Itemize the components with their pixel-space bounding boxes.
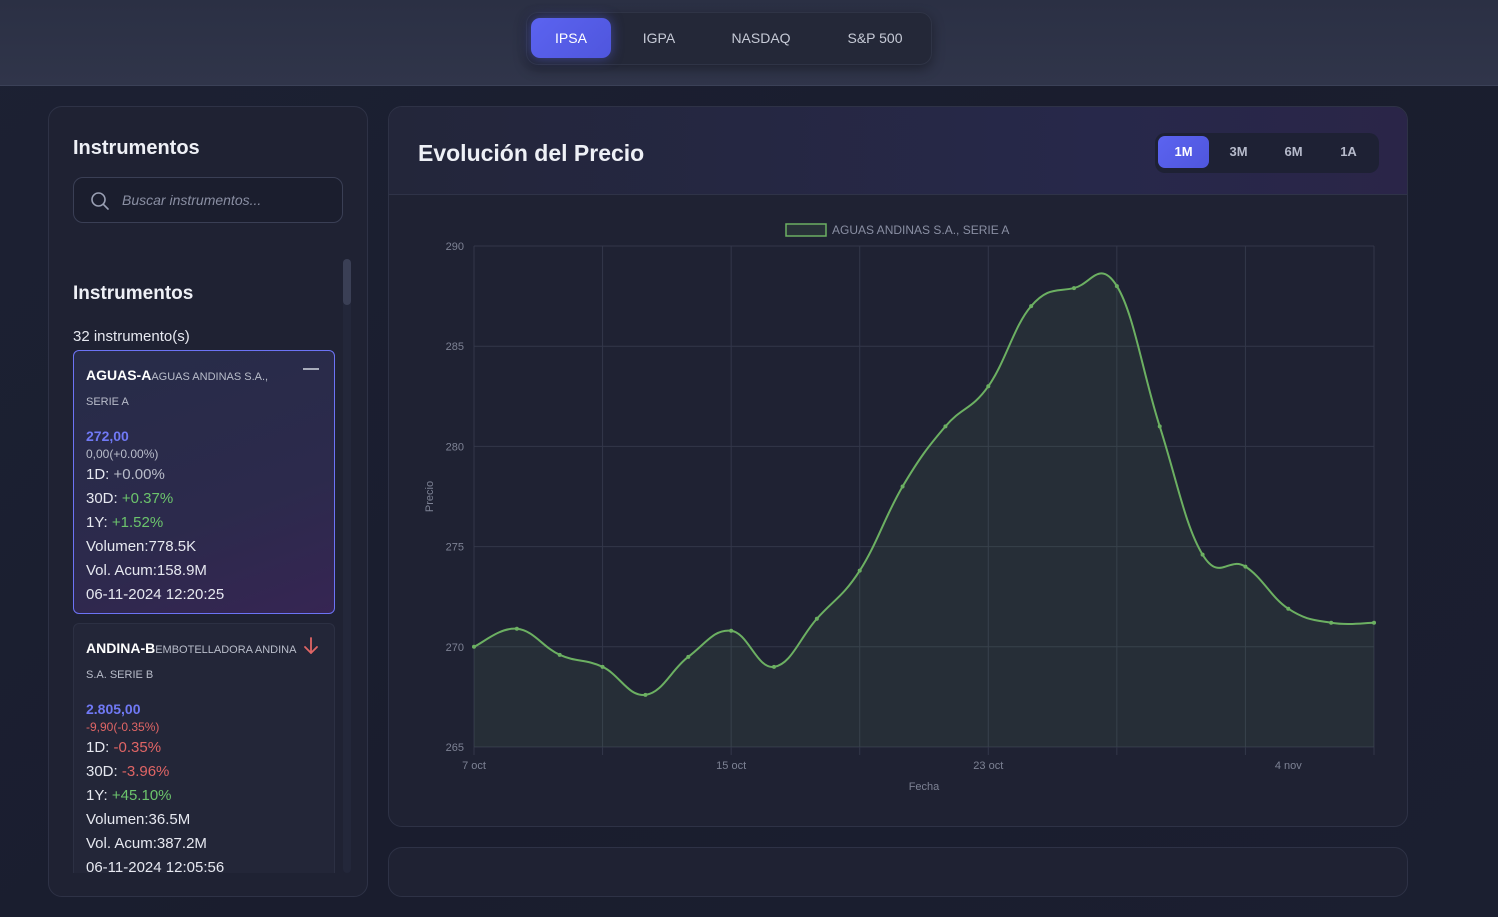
y-tick-label: 265	[446, 742, 464, 754]
data-point	[1243, 564, 1248, 569]
price-line-chart[interactable]: 265 270 275 280 285 290 7 oct 15 oct 23 oct 4 nov…	[389, 107, 1408, 827]
data-point	[1157, 424, 1162, 429]
card-1y-label: 1Y:	[86, 787, 108, 804]
card-price: 272,00	[86, 428, 129, 444]
card-30d-label: 30D:	[86, 490, 118, 507]
x-tick-label: 4 nov	[1275, 760, 1302, 772]
data-point	[943, 424, 948, 429]
card-1d-value: +0.00%	[113, 466, 165, 483]
y-tick-label: 285	[446, 341, 464, 353]
card-30d-value: +0.37%	[121, 490, 174, 507]
data-point	[1329, 620, 1334, 625]
data-point	[1200, 552, 1205, 557]
data-point	[1029, 304, 1034, 309]
data-point	[729, 628, 734, 633]
data-point	[986, 384, 991, 389]
card-vol-acum: Vol. Acum:158.9M	[86, 562, 207, 579]
card-timestamp: 06-11-2024 12:05:56	[86, 859, 225, 873]
card-header: ANDINA-BEMBOTELLADORA ANDINA S.A. SERIE …	[86, 636, 296, 690]
price-chart-panel: Evolución del Precio 1M 3M 6M 1A 265 270 2…	[388, 106, 1408, 827]
series-area	[474, 273, 1374, 747]
card-30d-label: 30D:	[86, 763, 118, 780]
card-1d-label: 1D:	[86, 739, 110, 756]
data-point	[772, 664, 776, 669]
tab-igpa[interactable]: IGPA	[619, 18, 699, 58]
data-point	[514, 626, 519, 631]
data-point	[1072, 286, 1076, 291]
instrument-list[interactable]: Instrumentos 32 instrumento(s) AGUAS-AAG…	[49, 257, 367, 873]
y-tick-label: 270	[446, 642, 464, 654]
card-1d-label: 1D:	[86, 466, 110, 483]
y-tick-label: 275	[446, 542, 464, 554]
tab-ipsa[interactable]: IPSA	[531, 18, 611, 58]
card-volume: Volumen:778.5K	[86, 538, 197, 555]
dash-icon	[303, 368, 319, 370]
x-axis-title: Fecha	[909, 781, 940, 793]
card-1y-label: 1Y:	[86, 514, 108, 531]
card-30d: 30D: +0.37%	[86, 487, 322, 511]
card-ticker: ANDINA-B	[86, 640, 156, 656]
arrow-down-icon	[304, 637, 318, 654]
search-input[interactable]	[122, 178, 332, 222]
scrollbar-track[interactable]	[343, 259, 351, 873]
data-point	[1372, 620, 1376, 625]
market-tabs: IPSA IGPA NASDAQ S&P 500	[526, 12, 932, 65]
y-tick-label: 280	[446, 441, 464, 453]
sidebar-title: Instrumentos	[73, 137, 200, 159]
instrument-card-aguas-a[interactable]: AGUAS-AAGUAS ANDINAS S.A., SERIE A 272,0…	[73, 350, 335, 614]
y-axis-title: Precio	[424, 481, 436, 512]
card-price: 2.805,00	[86, 701, 141, 717]
data-point	[557, 652, 562, 657]
x-tick-label: 7 oct	[462, 760, 486, 772]
instrument-card-andina-b[interactable]: ANDINA-BEMBOTELLADORA ANDINA S.A. SERIE …	[73, 623, 335, 873]
search-icon	[91, 192, 109, 210]
tab-sp500[interactable]: S&P 500	[827, 18, 923, 58]
card-1y-value: +45.10%	[111, 787, 172, 804]
instruments-sidebar: Instrumentos Instrumentos 32 instrumento…	[48, 106, 368, 897]
card-volume: Volumen:36.5M	[86, 811, 191, 828]
data-point	[643, 692, 648, 697]
card-header: AGUAS-AAGUAS ANDINAS S.A., SERIE A	[86, 363, 296, 417]
card-1d-value: -0.35%	[113, 739, 162, 756]
card-30d: 30D: -3.96%	[86, 760, 322, 784]
scrollbar-thumb[interactable]	[343, 259, 351, 305]
legend-swatch	[785, 223, 827, 237]
card-1y: 1Y: +45.10%	[86, 784, 322, 808]
card-1y-value: +1.52%	[111, 514, 164, 531]
card-vol-acum: Vol. Acum:387.2M	[86, 835, 207, 852]
search-box[interactable]	[73, 177, 343, 223]
card-30d-value: -3.96%	[121, 763, 170, 780]
card-1d: 1D: +0.00%	[86, 463, 322, 487]
instrument-count: 32 instrumento(s)	[73, 328, 190, 345]
x-tick-label: 15 oct	[716, 760, 746, 772]
data-point	[814, 616, 819, 621]
data-point	[900, 484, 905, 489]
card-timestamp: 06-11-2024 12:20:25	[86, 586, 225, 603]
data-point	[857, 568, 862, 573]
card-change: -9,90(-0.35%)	[86, 720, 160, 734]
card-1d: 1D: -0.35%	[86, 736, 322, 760]
x-tick-label: 23 oct	[973, 760, 1003, 772]
top-bar: IPSA IGPA NASDAQ S&P 500	[0, 0, 1498, 86]
card-ticker: AGUAS-A	[86, 367, 152, 383]
bottom-panel	[388, 847, 1408, 897]
data-point	[600, 664, 605, 669]
data-point	[472, 644, 476, 649]
data-point	[1114, 284, 1119, 289]
tab-nasdaq[interactable]: NASDAQ	[713, 18, 809, 58]
y-tick-label: 290	[446, 241, 464, 253]
card-1y: 1Y: +1.52%	[86, 511, 322, 535]
data-point	[1286, 606, 1291, 611]
card-change: 0,00(+0.00%)	[86, 447, 159, 461]
legend-label: AGUAS ANDINAS S.A., SERIE A	[832, 223, 1009, 237]
data-point	[686, 654, 691, 659]
list-title: Instrumentos	[73, 283, 194, 304]
